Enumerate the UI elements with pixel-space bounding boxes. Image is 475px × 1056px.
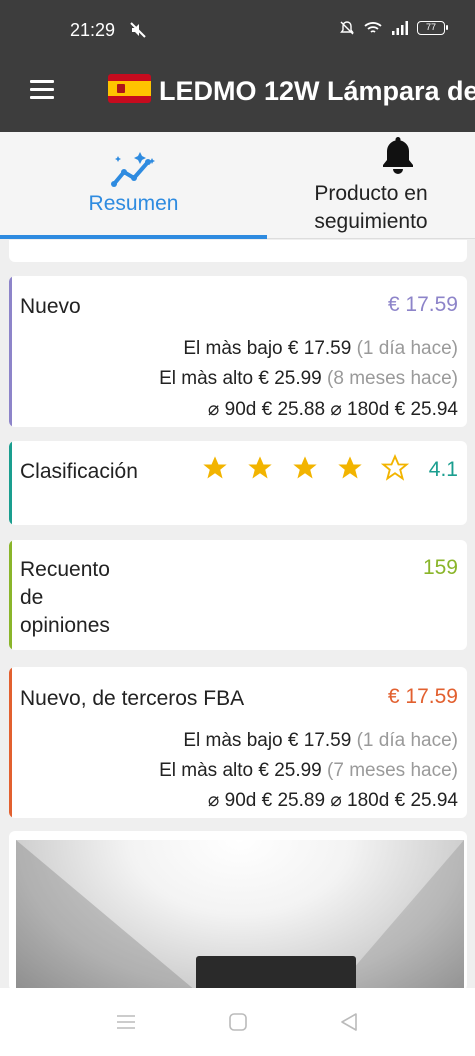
avg180-price: € 25.94 [394,790,458,811]
mute-icon [130,22,146,38]
star-filled-icon [293,456,317,479]
price-card-fba[interactable]: Nuevo, de terceros FBA € 17.59 El màs ba… [9,667,467,818]
lowest-ago: (1 día hace) [356,730,458,751]
status-bar: 21:29 77 [0,0,475,60]
star-rating [201,454,409,482]
avg90-label: ⌀ 90d [207,399,257,420]
lowest-label: El màs bajo [183,338,283,359]
highest-label: El màs alto [159,368,254,389]
reviews-count: 159 [422,556,458,579]
previous-card [9,240,467,262]
card-title: Nuevo [20,295,81,318]
avg180-price: € 25.94 [394,399,458,420]
highest-price-row: El màs alto € 25.99 (8 meses hace) [159,368,458,390]
star-filled-icon [338,456,362,479]
highest-price: € 25.99 [258,760,322,781]
do-not-disturb-icon [340,21,354,35]
card-title: Nuevo, de terceros FBA [20,687,245,710]
recent-apps-icon[interactable] [114,1012,138,1032]
back-icon[interactable] [338,1012,362,1032]
home-icon[interactable] [226,1012,250,1032]
card-accent-bar [9,441,12,525]
reviews-count-card[interactable]: Recuento de opiniones 159 [9,540,467,650]
card-accent-bar [9,276,12,427]
card-title: Recuento de opiniones [20,558,110,637]
star-outline-icon [381,454,409,481]
highest-price-row: El màs alto € 25.99 (7 meses hace) [159,760,458,782]
rating-card[interactable]: Clasificación 4.1 [9,441,467,525]
menu-icon[interactable] [30,80,54,102]
status-icons: 77 [339,20,448,36]
avg180-label: ⌀ 180d [330,790,390,811]
tab-bar: Resumen Producto en seguimiento [0,132,475,239]
tab-resumen[interactable]: Resumen [0,132,267,239]
tab-producto-seguimiento[interactable]: Producto en seguimiento [267,132,475,239]
average-price-row: ⌀ 90d € 25.89 ⌀ 180d € 25.94 [208,789,458,812]
product-image-card[interactable] [9,831,467,991]
avg90-price: € 25.88 [261,399,326,420]
light-beam-left [16,840,196,991]
card-accent-bar [9,667,12,818]
lowest-price-row: El màs bajo € 17.59 (1 día hace) [183,338,458,360]
wifi-icon [364,22,382,33]
lowest-price-row: El màs bajo € 17.59 (1 día hace) [183,730,458,752]
card-title: Clasificación [20,460,138,483]
product-title: LEDMO 12W Lámpara de [159,76,475,106]
rating-value: 4.1 [428,458,458,481]
spain-flag-icon [108,74,151,103]
bell-icon [383,137,413,174]
app-bar: LEDMO 12W Lámpara de [0,60,475,132]
system-nav-bar [0,988,475,1056]
current-price: € 17.59 [387,685,458,708]
tab-active-indicator [0,235,267,239]
average-price-row: ⌀ 90d € 25.88 ⌀ 180d € 25.94 [208,398,458,421]
signal-icon [392,21,408,35]
avg90-label: ⌀ 90d [207,790,257,811]
lowest-price: € 17.59 [287,338,352,359]
tab-producto-label: Producto en seguimiento [314,182,428,233]
current-price: € 17.59 [387,293,458,316]
tab-resumen-label: Resumen [88,192,179,215]
highest-price: € 25.99 [258,368,322,389]
card-accent-bar [9,540,12,650]
star-filled-icon [203,456,227,479]
star-filled-icon [248,456,272,479]
price-card-nuevo[interactable]: Nuevo € 17.59 El màs bajo € 17.59 (1 día… [9,276,467,427]
highest-ago: (8 meses hace) [327,368,458,389]
avg180-label: ⌀ 180d [330,399,390,420]
chart-sparkle-icon [111,152,155,187]
lowest-label: El màs bajo [183,730,283,751]
highest-ago: (7 meses hace) [327,760,458,781]
avg90-price: € 25.89 [261,790,326,811]
battery-icon: 77 [417,21,448,35]
status-time: 21:29 [70,20,116,40]
lowest-price: € 17.59 [287,730,352,751]
highest-label: El màs alto [159,760,254,781]
lamp-body [196,956,356,991]
lowest-ago: (1 día hace) [356,338,458,359]
